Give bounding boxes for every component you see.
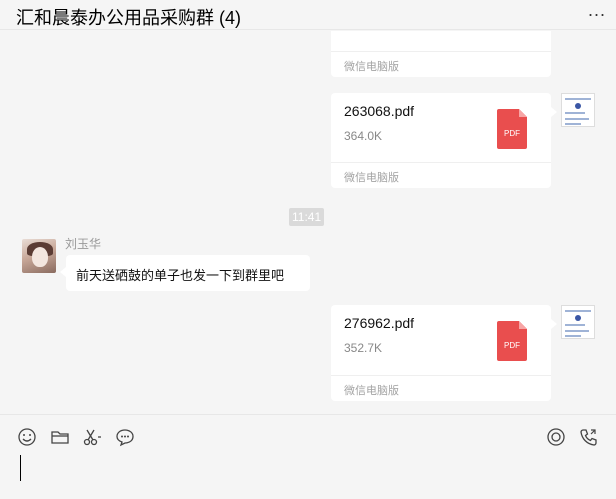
message-input[interactable]	[0, 452, 616, 499]
message-text: 前天送硒鼓的单子也发一下到群里吧	[76, 268, 285, 283]
file-card[interactable]: 263068.pdf 364.0K PDF 微信电脑版	[331, 93, 557, 188]
file-size: 352.7K	[344, 341, 383, 355]
pdf-file-icon: PDF	[497, 321, 527, 361]
chat-bubble-icon[interactable]	[115, 427, 135, 447]
sender-avatar[interactable]	[22, 239, 56, 273]
message-list[interactable]: 微信电脑版 263068.pdf 364.0K PDF 微信电脑版 11:41 …	[0, 31, 616, 415]
card-source: 微信电脑版	[344, 385, 399, 397]
card-footer: 微信电脑版	[331, 375, 551, 401]
file-size: 364.0K	[344, 129, 383, 143]
live-icon[interactable]	[546, 427, 566, 447]
timestamp-badge: 11:41	[289, 208, 325, 226]
card-source: 微信电脑版	[344, 172, 399, 184]
scissors-icon[interactable]	[82, 427, 102, 447]
file-card-partial[interactable]: 微信电脑版	[331, 31, 551, 77]
card-footer: 微信电脑版	[331, 51, 551, 77]
my-avatar[interactable]	[561, 305, 595, 339]
file-card[interactable]: 276962.pdf 352.7K PDF 微信电脑版	[331, 305, 557, 401]
input-divider	[0, 414, 616, 415]
file-name: 263068.pdf	[344, 103, 415, 119]
emoji-icon[interactable]	[17, 427, 37, 447]
card-footer: 微信电脑版	[331, 162, 551, 188]
more-options-button[interactable]: ...	[588, 0, 606, 20]
text-cursor	[20, 455, 21, 481]
voice-call-icon[interactable]	[579, 427, 599, 447]
card-source: 微信电脑版	[344, 61, 399, 73]
file-name: 276962.pdf	[344, 315, 415, 331]
my-avatar[interactable]	[561, 93, 595, 127]
sender-name: 刘玉华	[65, 237, 102, 251]
pdf-label: PDF	[504, 129, 520, 138]
pdf-label: PDF	[504, 341, 520, 350]
chat-title: 汇和晨泰办公用品采购群 (4)	[16, 8, 241, 28]
pdf-file-icon: PDF	[497, 109, 527, 149]
message-bubble[interactable]: 前天送硒鼓的单子也发一下到群里吧	[60, 255, 310, 291]
folder-icon[interactable]	[50, 427, 70, 447]
chat-header: 汇和晨泰办公用品采购群 (4) ...	[0, 0, 616, 30]
